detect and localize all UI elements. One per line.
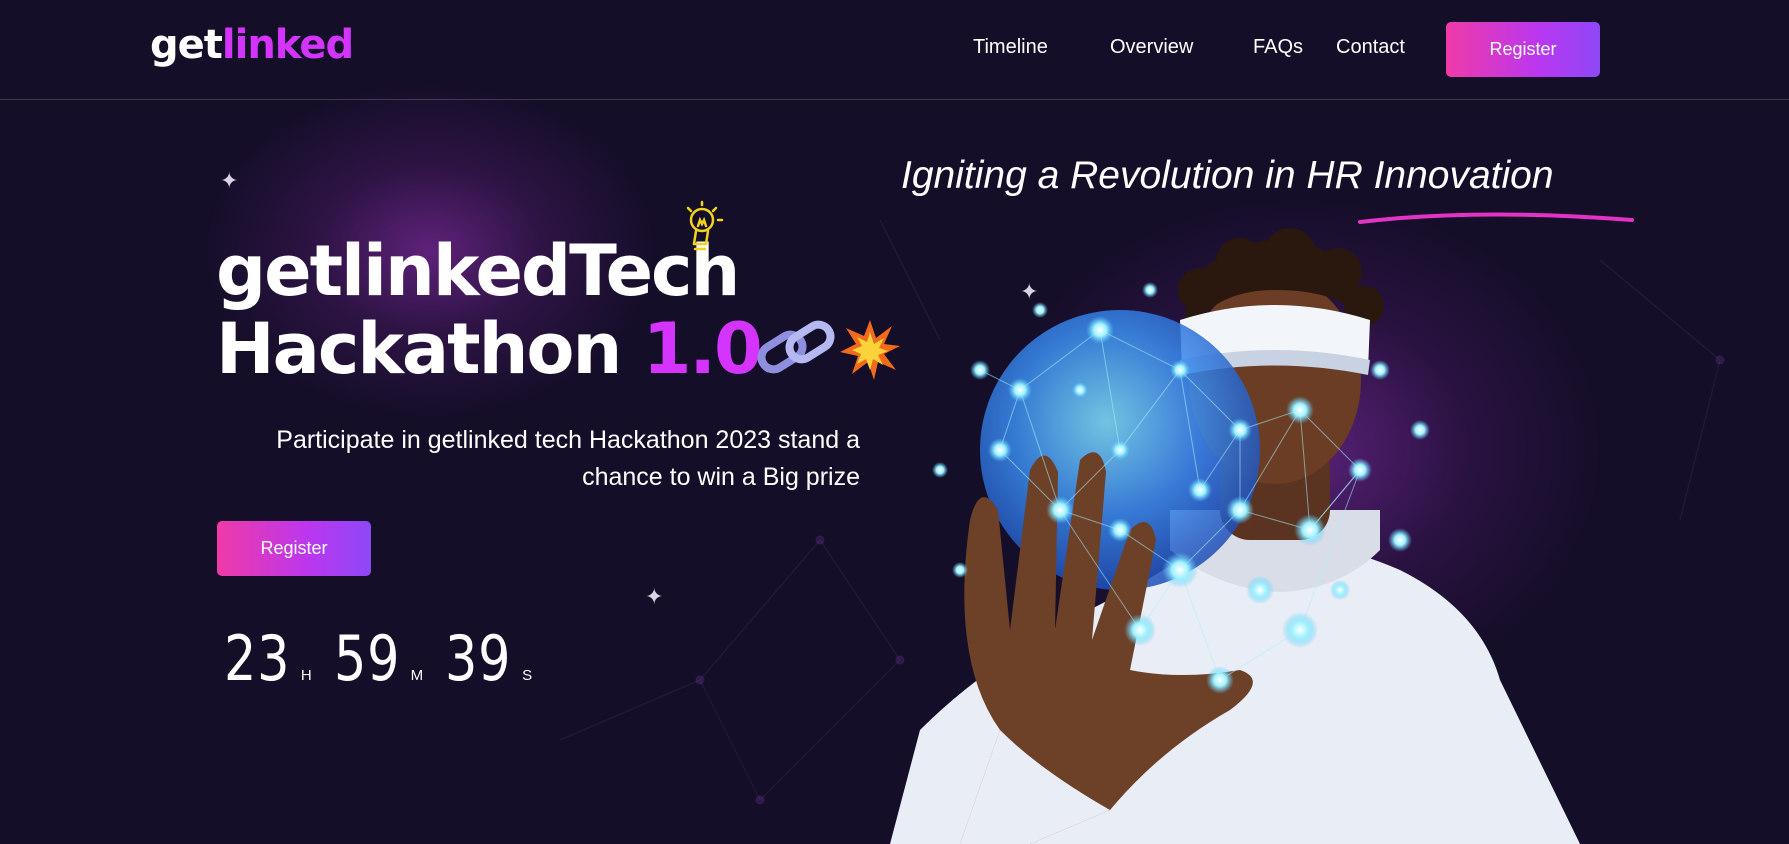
countdown-hours-unit: H [300,667,312,684]
landing-page: getlinked Timeline Overview FAQs Contact… [0,0,1789,844]
countdown-hours: 23 [224,622,291,695]
hero-subtitle: Participate in getlinked tech Hackathon … [276,426,860,491]
hero-title-line2: Hackathon 1.0 [216,308,763,390]
header-register-button[interactable]: Register [1446,22,1600,77]
nav-link-overview[interactable]: Overview [1110,36,1193,59]
countdown-minutes-unit: M [410,667,424,684]
nav-link-contact[interactable]: Contact [1336,36,1405,59]
hero-title-version: 1.0 [642,308,763,390]
hero-title-word: Hackathon [216,308,622,390]
site-header: getlinked Timeline Overview FAQs Contact… [0,0,1789,100]
countdown-minutes: 59 [333,622,401,695]
sparkle-icon: ✦ [645,584,664,609]
countdown-seconds: 39 [445,622,512,695]
hero-register-button[interactable]: Register [217,521,371,576]
chain-link-icon [757,320,835,374]
nav-link-faqs[interactable]: FAQs [1253,36,1303,59]
hero-title: getlinkedTech Hackathon 1.0 [216,230,763,390]
hero-title-line1: getlinkedTech [216,230,740,312]
countdown-timer: 23 H 59 M 39 S [224,622,554,702]
nav-link-timeline[interactable]: Timeline [973,36,1048,59]
countdown-seconds-unit: S [522,667,533,684]
sparkle-icon: ✦ [220,168,239,193]
hero-image-vr-person [890,228,1580,844]
hero-tagline: Igniting a Revolution in HR Innovation [901,154,1554,197]
lightbulb-icon [686,200,724,251]
